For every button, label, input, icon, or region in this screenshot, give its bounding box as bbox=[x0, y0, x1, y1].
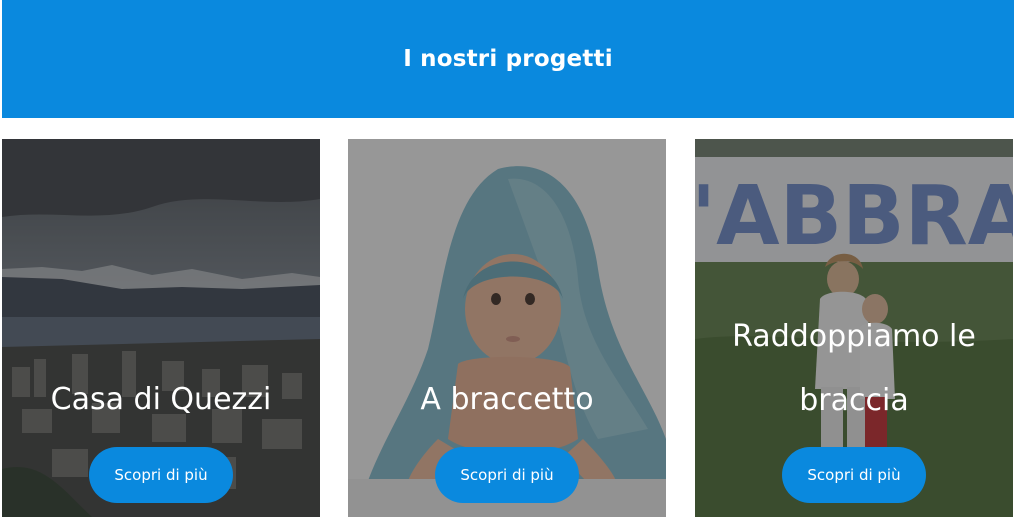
project-title: A braccetto bbox=[420, 382, 594, 417]
project-title: Raddoppiamo le braccia bbox=[732, 319, 976, 418]
section-title: I nostri progetti bbox=[403, 46, 613, 72]
projects-section: I nostri progetti Casa di Quezzi Scopri … bbox=[0, 0, 1024, 521]
discover-more-button[interactable]: Scopri di più bbox=[435, 447, 579, 503]
discover-more-button[interactable]: Scopri di più bbox=[782, 447, 926, 503]
project-card-a-braccetto[interactable]: A braccetto Scopri di più bbox=[348, 139, 666, 517]
discover-more-button[interactable]: Scopri di più bbox=[89, 447, 233, 503]
project-card-raddoppiamo-le-braccia[interactable]: 'ABBRA Raddoppiamo le braccia Scopri di … bbox=[695, 139, 1013, 517]
project-card-casa-di-quezzi[interactable]: Casa di Quezzi Scopri di più bbox=[2, 139, 320, 517]
section-header-banner: I nostri progetti bbox=[2, 0, 1014, 118]
project-title: Casa di Quezzi bbox=[50, 382, 272, 417]
